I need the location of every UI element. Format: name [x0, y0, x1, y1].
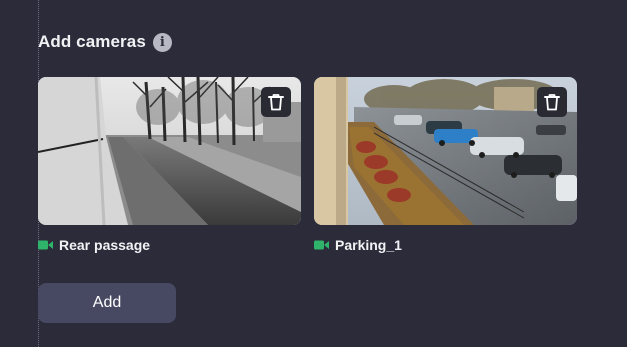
camera-name: Rear passage: [59, 237, 151, 253]
section-header: Add cameras i: [38, 32, 172, 52]
camera-preview[interactable]: [38, 77, 301, 225]
info-icon[interactable]: i: [152, 32, 172, 52]
section-title: Add cameras: [38, 32, 146, 51]
camera-label: Parking_1: [314, 237, 402, 253]
trash-icon: [544, 94, 560, 111]
add-cameras-panel: Add cameras i Rear passage Parking_1 Add: [0, 0, 627, 347]
camera-name: Parking_1: [335, 237, 402, 253]
camera-preview[interactable]: [314, 77, 577, 225]
add-button[interactable]: Add: [38, 283, 176, 323]
camera-card[interactable]: Parking_1: [314, 77, 577, 253]
camera-label: Rear passage: [38, 237, 150, 253]
video-camera-icon: [38, 240, 53, 250]
delete-camera-button[interactable]: [537, 87, 567, 117]
video-camera-icon: [314, 240, 329, 250]
delete-camera-button[interactable]: [261, 87, 291, 117]
camera-card[interactable]: Rear passage: [38, 77, 301, 253]
trash-icon: [268, 94, 284, 111]
